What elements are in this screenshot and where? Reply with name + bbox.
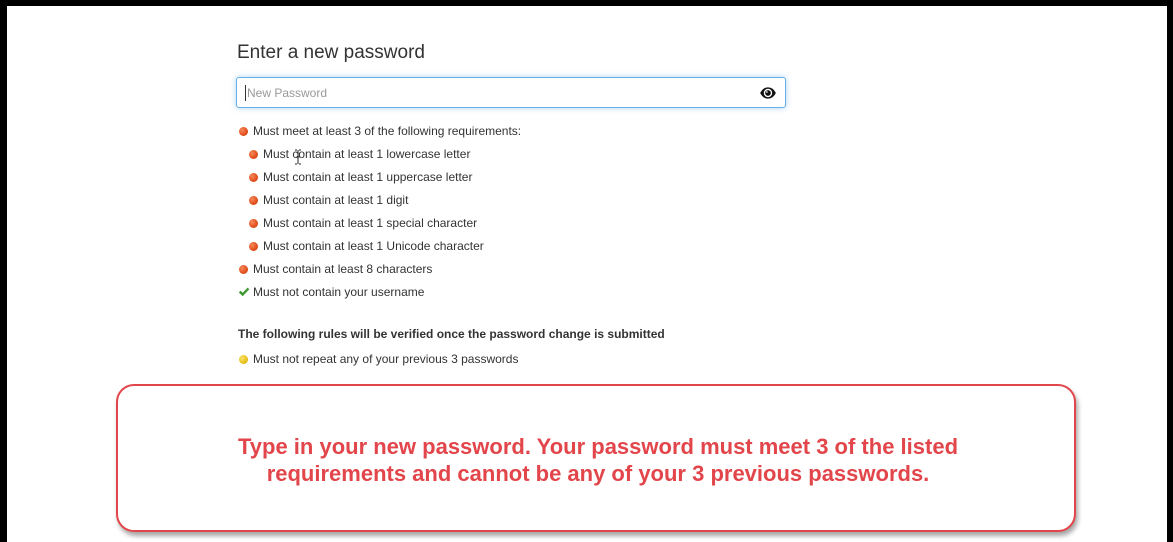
pending-status-icon — [239, 355, 248, 364]
requirement-item-special: Must contain at least 1 special characte… — [248, 214, 521, 237]
requirement-label: Must contain at least 1 uppercase letter — [263, 170, 473, 184]
requirement-item-digit: Must contain at least 1 digit — [248, 191, 521, 214]
screenshot-frame: Enter a new password Must meet at least … — [0, 0, 1173, 542]
requirement-item-lowercase: Must contain at least 1 lowercase letter — [248, 145, 521, 168]
password-field-wrapper — [236, 77, 786, 108]
unmet-status-icon — [249, 150, 258, 159]
unmet-status-icon — [249, 173, 258, 182]
password-requirements-list: Must meet at least 3 of the following re… — [238, 122, 521, 306]
mouse-ibeam-cursor-icon — [295, 149, 301, 165]
new-password-input[interactable] — [237, 78, 747, 107]
instruction-line-2: requirements and cannot be any of your 3… — [266, 461, 930, 486]
requirement-item-unicode: Must contain at least 1 Unicode characte… — [248, 237, 521, 260]
requirement-item-uppercase: Must contain at least 1 uppercase letter — [248, 168, 521, 191]
requirement-label: Must contain at least 8 characters — [253, 262, 433, 276]
unmet-status-icon — [239, 127, 248, 136]
requirement-label: Must contain at least 1 Unicode characte… — [263, 239, 484, 253]
requirement-item-length: Must contain at least 8 characters — [238, 260, 521, 283]
requirement-label: Must contain at least 1 special characte… — [263, 216, 478, 230]
instruction-line-1: Type in your new password. Your password… — [237, 434, 959, 459]
checkmark-icon — [238, 287, 250, 297]
instruction-text: Type in your new password. Your password… — [118, 433, 1078, 487]
requirement-label: Must contain at least 1 digit — [263, 193, 409, 207]
verification-rules-title: The following rules will be verified onc… — [238, 327, 665, 341]
verification-rule-item: Must not repeat any of your previous 3 p… — [238, 350, 518, 368]
unmet-status-icon — [239, 265, 248, 274]
page-title: Enter a new password — [237, 42, 425, 63]
requirement-label: Must not contain your username — [253, 285, 425, 299]
unmet-status-icon — [249, 219, 258, 228]
requirement-group-item: Must meet at least 3 of the following re… — [238, 122, 521, 145]
requirement-item-username: Must not contain your username — [238, 283, 521, 306]
verification-rule-label: Must not repeat any of your previous 3 p… — [253, 352, 519, 366]
text-cursor — [245, 85, 246, 101]
unmet-status-icon — [249, 196, 258, 205]
requirement-label: Must meet at least 3 of the following re… — [253, 124, 522, 138]
instruction-callout: Type in your new password. Your password… — [116, 384, 1076, 532]
unmet-status-icon — [249, 242, 258, 251]
eye-icon[interactable] — [759, 84, 777, 102]
